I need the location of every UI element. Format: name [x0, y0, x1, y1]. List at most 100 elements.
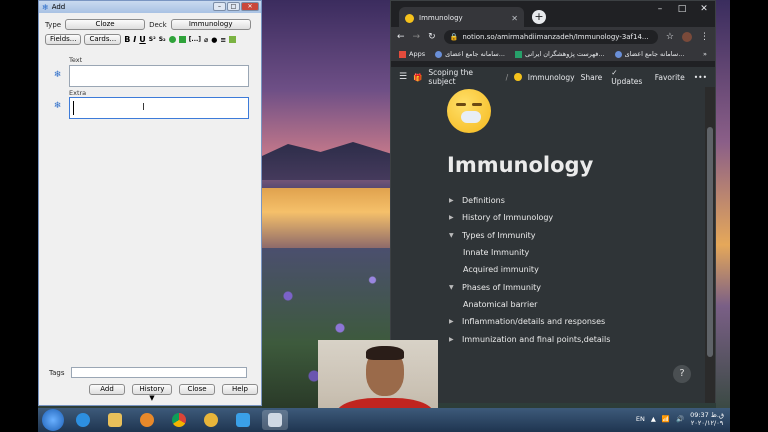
- superscript-button[interactable]: S²: [149, 36, 156, 43]
- chrome-menu-icon[interactable]: ⋮: [700, 32, 709, 42]
- tab-immunology[interactable]: Immunology ✕: [399, 7, 524, 29]
- favorite-button[interactable]: Favorite: [655, 73, 685, 82]
- anki-titlebar[interactable]: ❄ Add – □ ✕: [39, 1, 261, 13]
- attach-icon[interactable]: ⌀: [204, 36, 208, 44]
- bold-button[interactable]: B: [124, 35, 130, 44]
- emoji-eye-right: [472, 103, 482, 106]
- scrollbar-thumb[interactable]: [707, 127, 713, 357]
- bookmark-star-icon[interactable]: ☆: [666, 32, 674, 42]
- bookmarks-overflow-icon[interactable]: »: [703, 50, 707, 58]
- cloze-button[interactable]: [...]: [189, 36, 201, 43]
- toggle-collapsed-icon[interactable]: ▶: [449, 214, 455, 221]
- type-selector-button[interactable]: Cloze: [65, 19, 146, 30]
- bookmark-1[interactable]: سامانه جامع اعضای...: [435, 50, 505, 58]
- page-emoji-sneezing-face-icon[interactable]: [447, 89, 491, 133]
- clock[interactable]: 09:37 ق.ظ ۲۰۲۰/۱۲/۰۹: [690, 411, 724, 427]
- reload-icon[interactable]: ↻: [428, 32, 436, 42]
- subscript-button[interactable]: S₂: [159, 36, 166, 43]
- bookmark-3[interactable]: سامانه جامع اعضای...: [614, 50, 684, 58]
- toggle-label: Inflammation/details and responses: [462, 317, 606, 327]
- toggle-expanded-icon[interactable]: ▼: [449, 232, 455, 239]
- history-button[interactable]: History ▼: [132, 384, 172, 402]
- menu-icon[interactable]: ≡: [220, 36, 226, 44]
- breadcrumb-current[interactable]: Immunology: [528, 73, 575, 82]
- dialog-buttons: Add History ▼ Close Help: [89, 384, 258, 402]
- start-button[interactable]: [42, 409, 64, 431]
- profile-avatar[interactable]: [682, 32, 692, 42]
- maximize-button[interactable]: □: [227, 2, 240, 11]
- toggle-item[interactable]: ▼ Phases of Immunity: [449, 278, 610, 295]
- network-icon[interactable]: 📶: [662, 415, 670, 423]
- language-indicator[interactable]: EN: [636, 415, 645, 423]
- toggle-item[interactable]: Innate Immunity: [449, 244, 610, 261]
- toggle-item[interactable]: ▶ Immunization and final points,details: [449, 330, 610, 347]
- page-scrollbar[interactable]: [705, 87, 715, 403]
- tab-close-icon[interactable]: ✕: [511, 14, 518, 23]
- extra-sticky-icon[interactable]: ❄: [53, 102, 62, 111]
- extra-field[interactable]: I: [69, 97, 249, 119]
- taskbar-app-icon[interactable]: [198, 410, 224, 430]
- toggle-item[interactable]: ▼ Types of Immunity: [449, 227, 610, 244]
- tags-input[interactable]: [70, 367, 247, 378]
- webcam-person-hair: [366, 346, 404, 360]
- close-window-button[interactable]: ✕: [241, 2, 259, 11]
- chrome-minimize-button[interactable]: –: [649, 4, 671, 18]
- page-title[interactable]: Immunology: [447, 153, 593, 177]
- chrome-maximize-button[interactable]: □: [671, 4, 693, 18]
- breadcrumb-parent[interactable]: Scoping the subject: [428, 68, 499, 86]
- minimize-button[interactable]: –: [213, 2, 226, 11]
- updates-button[interactable]: ✓ Updates: [611, 68, 646, 86]
- highlight-color-icon[interactable]: [178, 36, 186, 43]
- forward-icon[interactable]: →: [413, 32, 421, 42]
- toggle-item[interactable]: Acquired immunity: [449, 261, 610, 278]
- help-button[interactable]: Help: [222, 384, 258, 395]
- more-options-button[interactable]: •••: [694, 73, 707, 82]
- toggle-collapsed-icon[interactable]: ▶: [449, 318, 455, 325]
- volume-icon[interactable]: 🔊: [676, 415, 684, 423]
- address-bar[interactable]: 🔒 notion.so/amirmahdiimanzadeh/Immunolog…: [443, 30, 658, 44]
- bookmark-apps[interactable]: Apps: [399, 50, 425, 58]
- sidebar-toggle-icon[interactable]: ☰: [399, 72, 407, 82]
- fields-button[interactable]: Fields...: [45, 34, 82, 45]
- toggle-label: History of Immunology: [462, 213, 554, 223]
- toggle-collapsed-icon[interactable]: ▶: [449, 197, 455, 204]
- taskbar-anki-icon[interactable]: [262, 410, 288, 430]
- toggle-expanded-icon[interactable]: ▼: [449, 284, 455, 291]
- html-editor-icon[interactable]: [229, 36, 237, 43]
- toggle-item[interactable]: ▶ History of Immunology: [449, 209, 610, 226]
- taskbar-media-player-icon[interactable]: [134, 410, 160, 430]
- taskbar-app2-icon[interactable]: [230, 410, 256, 430]
- chrome-window: Immunology ✕ + – □ ✕ ← → ↻ 🔒 notion.so/a…: [390, 0, 716, 403]
- taskbar-chrome-icon[interactable]: [166, 410, 192, 430]
- toggle-item[interactable]: ▶ Inflammation/details and responses: [449, 313, 610, 330]
- tray-arrow-icon[interactable]: ▲: [651, 415, 656, 423]
- extra-field-label: Extra: [69, 89, 87, 97]
- toggle-item[interactable]: Anatomical barrier: [449, 296, 610, 313]
- add-button[interactable]: Add: [89, 384, 125, 395]
- share-button[interactable]: Share: [581, 73, 603, 82]
- taskbar-explorer-icon[interactable]: [102, 410, 128, 430]
- emoji-eye-left: [456, 103, 466, 106]
- text-color-icon[interactable]: [168, 36, 176, 43]
- bookmark-2[interactable]: فهرست پژوهشگران ایرانی...: [514, 50, 605, 58]
- new-tab-button[interactable]: +: [532, 10, 546, 24]
- help-button-icon[interactable]: ?: [673, 365, 691, 383]
- back-icon[interactable]: ←: [397, 32, 405, 42]
- italic-button[interactable]: I: [133, 35, 136, 44]
- text-field[interactable]: [69, 65, 249, 87]
- anki-window-title: Add: [51, 3, 66, 11]
- deck-selector-button[interactable]: Immunology: [170, 19, 251, 30]
- chrome-close-button[interactable]: ✕: [693, 4, 715, 18]
- toggle-label: Types of Immunity: [462, 230, 536, 240]
- text-sticky-icon[interactable]: ❄: [53, 71, 62, 80]
- record-audio-icon[interactable]: ●: [211, 36, 217, 44]
- underline-button[interactable]: U: [139, 35, 146, 44]
- cards-button[interactable]: Cards...: [84, 34, 122, 45]
- text-field-label: Text: [69, 56, 83, 64]
- tags-label: Tags: [49, 368, 65, 377]
- ibeam-cursor-icon: I: [142, 102, 145, 113]
- close-button[interactable]: Close: [179, 384, 215, 395]
- taskbar-ie-icon[interactable]: [70, 410, 96, 430]
- toggle-collapsed-icon[interactable]: ▶: [449, 336, 455, 343]
- toggle-item[interactable]: ▶ Definitions: [449, 192, 610, 209]
